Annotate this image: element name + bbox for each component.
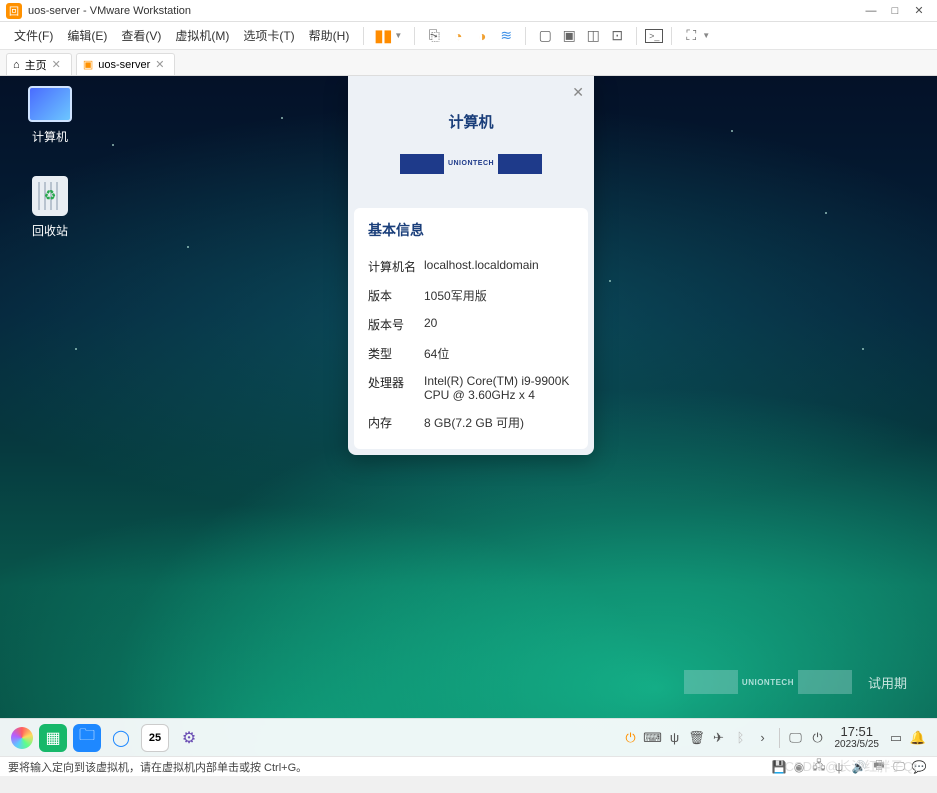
calendar-icon[interactable]: 25	[141, 724, 169, 752]
vm-desktop[interactable]: 计算机 ♻ 回收站 ✕ 计算机 UNIONTECH 基本信息 计算机名local…	[0, 76, 937, 756]
menu-vm[interactable]: 虚拟机(M)	[169, 25, 235, 46]
shutdown-icon[interactable]: ⏻	[807, 730, 829, 746]
vmware-statusbar: 要将输入定向到该虚拟机，请在虚拟机内部单击或按 Ctrl+G。 💾 ◉ 🖧 ψ …	[0, 756, 937, 776]
vm-icon: ▣	[83, 58, 93, 71]
menu-help[interactable]: 帮助(H)	[303, 25, 356, 46]
close-icon[interactable]: ✕	[155, 58, 164, 71]
revert-icon[interactable]: ≋	[495, 25, 517, 47]
dialog-body: 基本信息 计算机名localhost.localdomain 版本1050军用版…	[354, 208, 588, 449]
keyboard-icon[interactable]: ⌨	[642, 730, 664, 746]
clock[interactable]: 17:51 2023/5/25	[829, 725, 886, 750]
window-title: uos-server - VMware Workstation	[28, 5, 191, 17]
multitask-icon[interactable]: ▦	[39, 724, 67, 752]
device-message-icon[interactable]: 💬	[909, 760, 929, 774]
bluetooth-icon[interactable]: ᛒ	[730, 730, 752, 745]
close-icon[interactable]: ✕	[572, 84, 584, 101]
info-row-build: 版本号20	[368, 310, 574, 339]
dropdown-icon[interactable]: ▼	[394, 31, 402, 40]
dropdown-icon[interactable]: ▼	[702, 31, 710, 40]
desktop-show-icon[interactable]: ▭	[885, 730, 907, 746]
trash-tray-icon[interactable]: 🗑	[686, 730, 708, 746]
tab-label: uos-server	[98, 59, 150, 71]
tab-label: 主页	[25, 57, 47, 73]
info-row-version: 版本1050军用版	[368, 281, 574, 310]
info-row-type: 类型64位	[368, 339, 574, 368]
chevron-right-icon[interactable]: ›	[752, 730, 774, 745]
menu-edit[interactable]: 编辑(E)	[61, 25, 113, 46]
info-row-hostname: 计算机名localhost.localdomain	[368, 252, 574, 281]
close-button[interactable]: ✕	[907, 4, 931, 17]
clock-date: 2023/5/25	[835, 739, 880, 750]
browser-icon[interactable]: ◯	[107, 724, 135, 752]
view-multi-icon[interactable]: ▣	[558, 25, 580, 47]
tab-bar: ⌂ 主页 ✕ ▣ uos-server ✕	[0, 50, 937, 76]
snapshot-manager-icon[interactable]: ◑	[471, 25, 493, 47]
close-icon[interactable]: ✕	[52, 58, 61, 71]
uniontech-logo: UNIONTECH	[400, 154, 542, 174]
watermark-label: 试用期	[868, 673, 907, 692]
info-row-cpu: 处理器Intel(R) Core(TM) i9-9900K CPU @ 3.60…	[368, 368, 574, 408]
maximize-button[interactable]: □	[883, 5, 907, 17]
desktop-watermark: UNIONTECH 试用期	[684, 670, 907, 694]
info-row-memory: 内存8 GB(7.2 GB 可用)	[368, 408, 574, 437]
tab-home[interactable]: ⌂ 主页 ✕	[6, 53, 72, 75]
menu-toolbar: 文件(F) 编辑(E) 查看(V) 虚拟机(M) 选项卡(T) 帮助(H) ▮▮…	[0, 22, 937, 50]
monitor-icon[interactable]: 🖵	[785, 730, 807, 746]
device-network-icon[interactable]: 🖧	[809, 756, 829, 777]
home-icon: ⌂	[13, 59, 20, 71]
computer-icon	[28, 86, 72, 122]
send-ctrl-alt-del-icon[interactable]: ⎘	[423, 25, 445, 47]
desktop-icon-computer[interactable]: 计算机	[18, 86, 82, 145]
launcher-icon[interactable]	[11, 727, 33, 749]
fullscreen-icon[interactable]: >_	[645, 29, 663, 43]
usb-icon[interactable]: ψ	[664, 730, 686, 745]
device-floppy-icon[interactable]: 💾	[769, 760, 789, 774]
window-titlebar: 回 uos-server - VMware Workstation — □ ✕	[0, 0, 937, 22]
power-icon[interactable]: ⏻	[620, 730, 642, 746]
desktop-icon-trash[interactable]: ♻ 回收站	[18, 176, 82, 239]
view-console-icon[interactable]: ⊡	[606, 25, 628, 47]
device-cd-icon[interactable]: ◉	[789, 760, 809, 774]
file-manager-icon[interactable]: 🗀	[73, 724, 101, 752]
device-sound-icon[interactable]: 🔊	[849, 760, 869, 774]
computer-info-dialog: ✕ 计算机 UNIONTECH 基本信息 计算机名localhost.local…	[348, 76, 594, 455]
dialog-title: 计算机	[448, 111, 493, 132]
device-usb-icon[interactable]: ψ	[829, 760, 849, 774]
device-printer-icon[interactable]: 🖶	[869, 756, 889, 777]
status-hint: 要将输入定向到该虚拟机，请在虚拟机内部单击或按 Ctrl+G。	[8, 759, 307, 775]
settings-icon[interactable]: ⚙	[175, 724, 203, 752]
desktop-icon-label: 计算机	[18, 128, 82, 145]
app-icon: 回	[6, 3, 22, 19]
menu-file[interactable]: 文件(F)	[8, 25, 59, 46]
network-icon[interactable]: ✈	[708, 730, 730, 746]
minimize-button[interactable]: —	[859, 5, 883, 17]
clock-time: 17:51	[840, 725, 873, 739]
desktop-icon-label: 回收站	[18, 222, 82, 239]
view-unity-icon[interactable]: ◫	[582, 25, 604, 47]
trash-icon: ♻	[32, 176, 68, 216]
uniontech-logo: UNIONTECH	[684, 670, 852, 694]
menu-view[interactable]: 查看(V)	[115, 25, 167, 46]
pause-icon[interactable]: ▮▮	[372, 25, 394, 47]
view-single-icon[interactable]: ▢	[534, 25, 556, 47]
section-heading: 基本信息	[368, 220, 574, 240]
menu-tabs[interactable]: 选项卡(T)	[237, 25, 300, 46]
tab-vm[interactable]: ▣ uos-server ✕	[76, 53, 176, 75]
notifications-icon[interactable]: 🔔	[907, 730, 929, 746]
snapshot-icon[interactable]: ◔	[447, 25, 469, 47]
stretch-icon[interactable]: ⛶	[680, 25, 702, 47]
dialog-header: ✕ 计算机 UNIONTECH	[348, 76, 594, 208]
uos-taskbar: ▦ 🗀 ◯ 25 ⚙ ⏻ ⌨ ψ 🗑 ✈ ᛒ › 🖵 ⏻ 17:51 2023/…	[0, 718, 937, 756]
device-display-icon[interactable]: 🖵	[889, 759, 909, 774]
